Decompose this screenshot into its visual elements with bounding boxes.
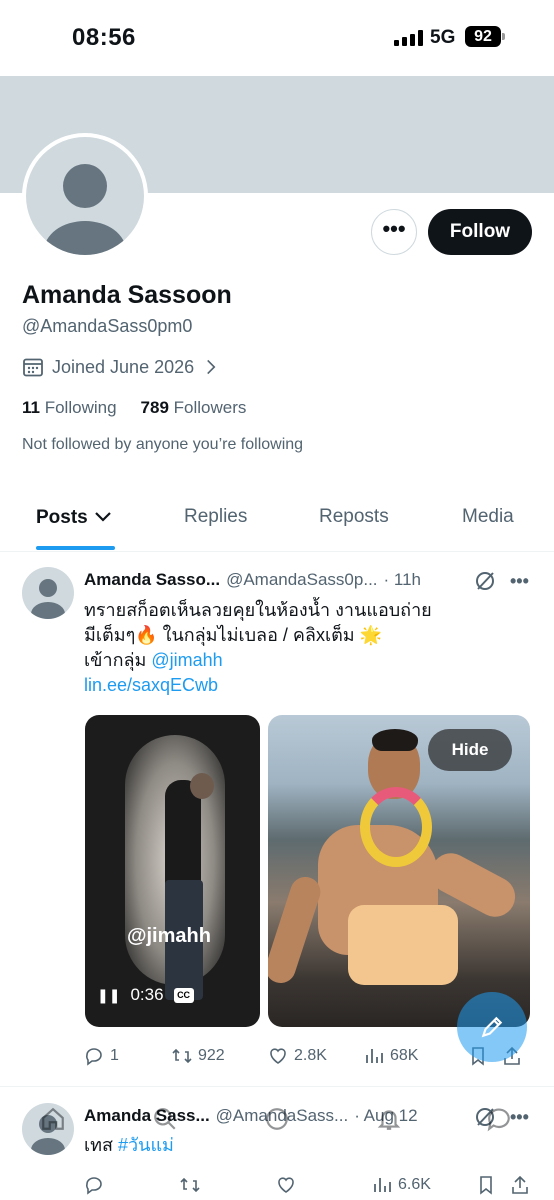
reply-button[interactable] [84, 1175, 180, 1195]
post-video[interactable]: @jimahh ❚❚ 0:36 CC [85, 715, 260, 1027]
calendar-icon [23, 358, 43, 377]
tab-media[interactable]: Media [462, 506, 514, 528]
post-text-prefix: เทส [84, 1135, 119, 1155]
post-more-icon[interactable]: ••• [510, 571, 529, 592]
post-link[interactable]: lin.ee/saxqECwb [84, 673, 432, 698]
like-icon [270, 1048, 286, 1064]
tab-posts[interactable]: Posts [36, 506, 113, 529]
joined-date[interactable]: Joined June 2026 [22, 356, 220, 378]
repost-count: 922 [198, 1047, 225, 1064]
signal-icon [394, 30, 423, 46]
views-icon [374, 1178, 391, 1192]
post-actions: 1 922 2.8K 68K [84, 1046, 522, 1066]
views-count: 6.6K [398, 1176, 431, 1193]
home-icon[interactable] [40, 1106, 66, 1132]
like-icon [278, 1177, 294, 1193]
grok-nav-icon[interactable] [264, 1106, 290, 1132]
views-button[interactable]: 68K [364, 1046, 468, 1066]
tab-posts-label: Posts [36, 507, 88, 528]
reply-button[interactable]: 1 [84, 1046, 172, 1066]
battery-tip [502, 33, 505, 40]
like-count: 2.8K [294, 1047, 327, 1064]
followers-label: Followers [173, 398, 247, 417]
chevron-right-icon [207, 359, 216, 375]
hide-button[interactable]: Hide [428, 729, 512, 771]
tab-replies[interactable]: Replies [184, 506, 247, 528]
followers-count: 789 [140, 398, 169, 417]
post-header: Amanda Sasso... @AmandaSass0p... · 11h [84, 570, 421, 590]
post-author-handle: @AmandaSass0p... [226, 570, 378, 589]
notifications-icon[interactable] [376, 1106, 402, 1132]
video-time: 0:36 [130, 985, 164, 1004]
post-text-line-3: เข้ากลุ่ม @jimahh [84, 648, 432, 673]
display-name: Amanda Sassoon [22, 281, 232, 309]
pause-icon[interactable]: ❚❚ [97, 987, 120, 1004]
bookmark-icon [480, 1176, 492, 1195]
profile-avatar[interactable] [22, 133, 148, 259]
reply-icon [86, 1048, 102, 1066]
chevron-down-icon [95, 512, 111, 522]
like-button[interactable]: 2.8K [268, 1046, 364, 1066]
more-options-button[interactable]: ••• [371, 209, 417, 255]
network-label: 5G [430, 27, 456, 48]
repost-button[interactable]: 922 [172, 1046, 268, 1066]
post-time: · 11h [383, 570, 422, 589]
bookmark-button[interactable] [476, 1175, 510, 1195]
views-icon [366, 1049, 383, 1063]
reply-count: 1 [110, 1047, 119, 1064]
post-text: ทรายสก็อตเห็นลวยคุยในห้องน้ำ งานแอบถ่าย … [84, 598, 432, 698]
post-mention[interactable]: @jimahh [151, 650, 222, 670]
following-count: 11 [22, 398, 40, 417]
not-followed-text: Not followed by anyone you’re following [22, 436, 304, 453]
compose-icon [481, 1016, 503, 1038]
post-hashtag[interactable]: #วันแม่ [118, 1135, 174, 1155]
compose-button[interactable] [457, 992, 527, 1062]
profile-handle: @AmandaSass0pm0 [22, 316, 193, 336]
follow-button[interactable]: Follow [428, 209, 532, 255]
repost-icon [172, 1048, 192, 1064]
search-icon[interactable] [152, 1106, 178, 1132]
post-actions: 6.6K [84, 1175, 530, 1195]
active-tab-indicator [36, 546, 115, 550]
post-image[interactable]: Hide [268, 715, 530, 1027]
views-count: 68K [390, 1047, 419, 1064]
post-avatar[interactable] [22, 567, 74, 619]
grok-icon[interactable] [474, 570, 496, 592]
joined-label: Joined June 2026 [52, 356, 195, 377]
followers-link[interactable]: 789 Followers [141, 398, 247, 418]
captions-icon[interactable]: CC [173, 987, 194, 1003]
views-button[interactable]: 6.6K [372, 1175, 476, 1195]
status-time: 08:56 [72, 24, 136, 51]
post-author-name[interactable]: Amanda Sasso... [84, 570, 220, 590]
post-text-line-2: มีเต็มๆ🔥 ในกลุ่มไม่เบลอ / คลิxเต็ม 🌟 [84, 625, 383, 645]
post-text-line-1: ทรายสก็อตเห็นลวยคุยในห้องน้ำ งานแอบถ่าย [84, 600, 432, 620]
post-header-icons: ••• [474, 570, 529, 592]
reply-icon [86, 1177, 102, 1195]
follow-stats: 11 Following 789 Followers [22, 398, 246, 418]
video-watermark: @jimahh [127, 925, 211, 947]
battery-icon: 92 [465, 26, 501, 47]
like-button[interactable] [276, 1175, 372, 1195]
following-link[interactable]: 11 Following [22, 398, 117, 418]
profile-tabs: Posts Replies Reposts Media [0, 490, 554, 552]
tab-reposts[interactable]: Reposts [319, 506, 389, 528]
repost-button[interactable] [180, 1175, 276, 1195]
bottom-nav [0, 1098, 554, 1138]
post-text-prefix: เข้ากลุ่ม [84, 650, 152, 670]
following-label: Following [44, 398, 117, 417]
video-controls: ❚❚ 0:36 CC [97, 985, 194, 1005]
status-bar: 08:56 5G 92 [0, 0, 554, 76]
messages-icon[interactable] [486, 1106, 512, 1132]
share-button[interactable] [510, 1175, 530, 1195]
share-icon [512, 1175, 528, 1194]
repost-icon [180, 1177, 200, 1193]
post-divider [0, 1086, 554, 1087]
